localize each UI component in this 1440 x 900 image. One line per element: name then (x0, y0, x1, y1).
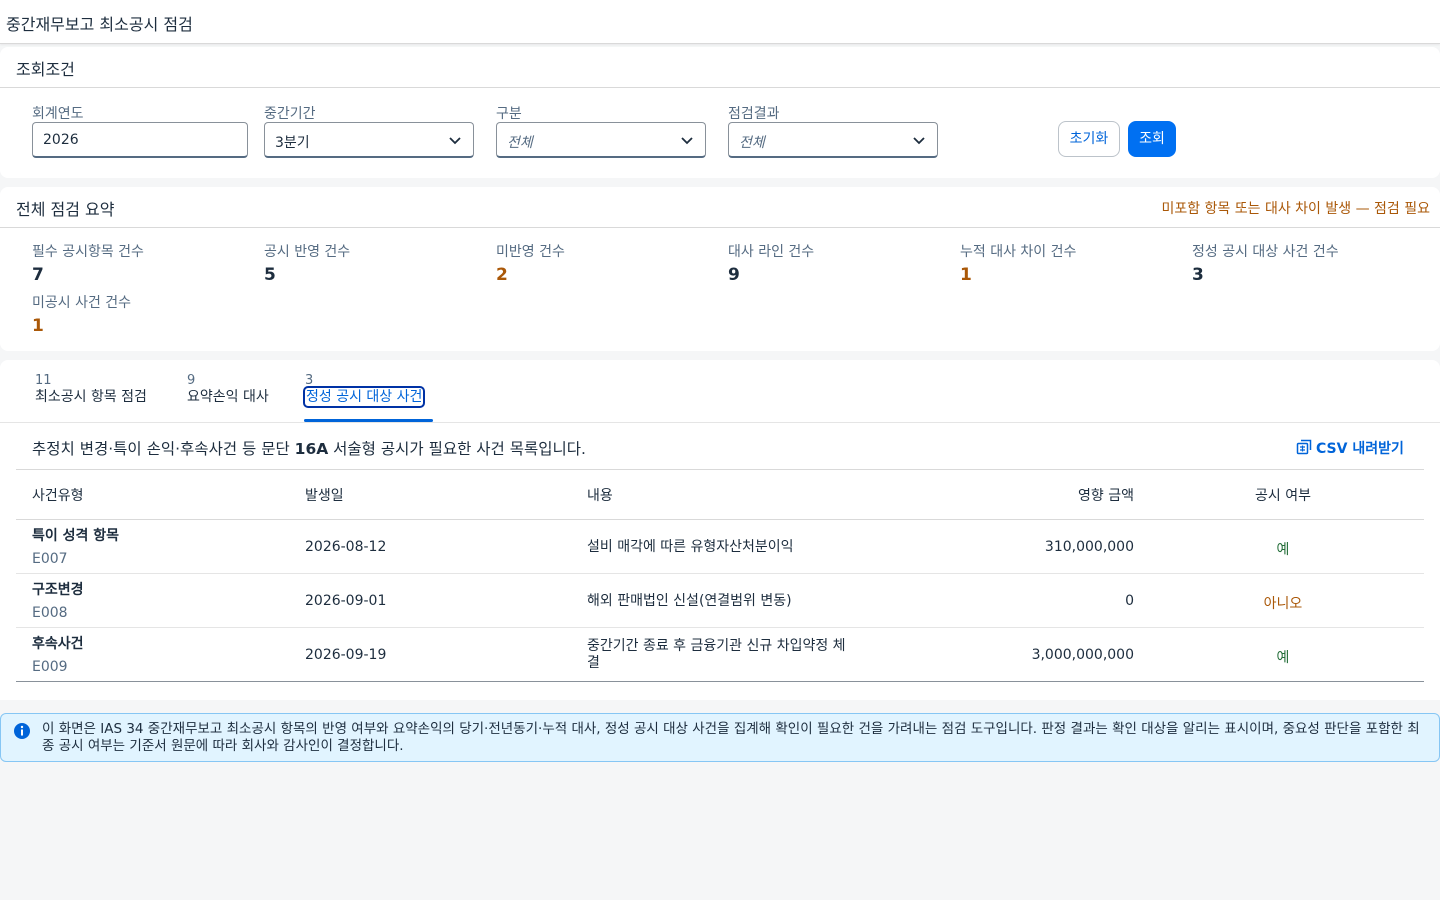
chevron-down-icon (681, 137, 693, 145)
event-id: E007 (32, 551, 68, 567)
stat-label: 미반영 건수 (496, 244, 565, 260)
event-content: 해외 판매법인 신설(연결범위 변동) (587, 593, 792, 609)
check-result-select[interactable]: 전체 (728, 122, 938, 158)
stat-value: 1 (960, 265, 972, 285)
tab-count: 3 (305, 373, 314, 388)
category-value: 전체 (507, 135, 533, 151)
event-id: E009 (32, 659, 68, 675)
fiscal-year-input[interactable]: 2026 (32, 122, 248, 158)
filter-title: 조회조건 (16, 60, 75, 79)
fiscal-year-value: 2026 (43, 132, 79, 148)
event-date: 2026-09-19 (305, 647, 387, 663)
table-row[interactable]: 특이 성격 항목 E007 2026-08-12 설비 매각에 따른 유형자산처… (16, 520, 1424, 574)
tab-count: 9 (187, 373, 196, 388)
table-row[interactable]: 구조변경 E008 2026-09-01 해외 판매법인 신설(연결범위 변동)… (16, 574, 1424, 628)
event-id: E008 (32, 605, 68, 621)
stat-label: 필수 공시항목 건수 (32, 244, 144, 260)
csv-download-label: CSV 내려받기 (1316, 441, 1404, 457)
summary-warning: 미포함 항목 또는 대사 차이 발생 — 점검 필요 (1161, 201, 1430, 217)
csv-export-icon (1296, 439, 1312, 455)
info-icon (14, 723, 30, 739)
stat-value: 1 (32, 316, 44, 336)
stat-undisclosed-events: 미공시 사건 건수 1 (32, 292, 252, 336)
fiscal-year-label: 회계연도 (32, 106, 84, 122)
page-title: 중간재무보고 최소공시 점검 (6, 15, 193, 34)
event-disclosed-status: 아니오 (1263, 596, 1303, 612)
stat-value: 5 (264, 265, 276, 285)
event-content: 중간기간 종료 후 금융기관 신규 차입약정 체결 (587, 638, 846, 671)
stat-qualitative-events: 정성 공시 대상 사건 건수 3 (1192, 241, 1412, 285)
interim-period-select[interactable]: 3분기 (264, 122, 474, 158)
tab-divider (0, 422, 1440, 423)
tab-label: 최소공시 항목 점검 (35, 389, 147, 405)
stat-value: 9 (728, 265, 740, 285)
event-type: 특이 성격 항목 (32, 528, 120, 544)
summary-title: 전체 점검 요약 (16, 200, 115, 219)
stat-value: 3 (1192, 265, 1204, 285)
category-select[interactable]: 전체 (496, 122, 706, 158)
tab-count: 11 (35, 373, 52, 388)
event-amount: 0 (1125, 593, 1134, 609)
events-table: 사건유형 발생일 내용 영향 금액 공시 여부 특이 성격 항목 E007 20… (16, 469, 1424, 682)
table-header: 사건유형 발생일 내용 영향 금액 공시 여부 (16, 470, 1424, 520)
event-amount: 310,000,000 (1044, 539, 1134, 555)
stat-reconciliation-lines: 대사 라인 건수 9 (728, 241, 948, 285)
filter-panel: 조회조건 회계연도 2026 중간기간 3분기 구분 전체 점검결과 전체 초기… (0, 47, 1440, 178)
column-header-disclosed: 공시 여부 (1255, 488, 1311, 504)
stat-value: 7 (32, 265, 44, 285)
stat-label: 누적 대사 차이 건수 (960, 244, 1077, 260)
tab-container: 11 최소공시 항목 점검 9 요약손익 대사 3 정성 공시 대상 사건 추정… (0, 360, 1440, 700)
stat-label: 공시 반영 건수 (264, 244, 351, 260)
stat-cumulative-diff: 누적 대사 차이 건수 1 (960, 241, 1180, 285)
tab-minimum-disclosure[interactable]: 11 최소공시 항목 점검 (35, 374, 147, 406)
event-date: 2026-09-01 (305, 593, 387, 609)
stat-reflected: 공시 반영 건수 5 (264, 241, 484, 285)
tab-label: 정성 공시 대상 사건 (302, 386, 426, 408)
stat-not-reflected: 미반영 건수 2 (496, 241, 716, 285)
column-header-content: 내용 (587, 488, 613, 504)
tab-income-reconciliation[interactable]: 9 요약손익 대사 (187, 374, 269, 406)
stat-label: 대사 라인 건수 (728, 244, 815, 260)
shell-header: 중간재무보고 최소공시 점검 (0, 0, 1440, 44)
csv-download-button[interactable]: CSV 내려받기 (1296, 438, 1404, 458)
reset-button[interactable]: 초기화 (1058, 121, 1120, 157)
stat-required-items: 필수 공시항목 건수 7 (32, 241, 252, 285)
table-row[interactable]: 후속사건 E009 2026-09-19 중간기간 종료 후 금융기관 신규 차… (16, 628, 1424, 682)
event-type: 구조변경 (32, 582, 84, 598)
summary-panel: 전체 점검 요약 미포함 항목 또는 대사 차이 발생 — 점검 필요 필수 공… (0, 187, 1440, 351)
chevron-down-icon (449, 137, 461, 145)
tab-qualitative-events[interactable]: 3 정성 공시 대상 사건 (302, 373, 426, 408)
check-result-label: 점검결과 (728, 106, 780, 122)
column-header-amount: 영향 금액 (1078, 488, 1134, 504)
filter-header: 조회조건 (0, 47, 1440, 88)
stat-label: 정성 공시 대상 사건 건수 (1192, 244, 1339, 260)
info-message-strip: 이 화면은 IAS 34 중간재무보고 최소공시 항목의 반영 여부와 요약손익… (0, 713, 1440, 762)
stat-label: 미공시 사건 건수 (32, 295, 132, 311)
check-result-value: 전체 (739, 135, 765, 151)
chevron-down-icon (913, 137, 925, 145)
event-content: 설비 매각에 따른 유형자산처분이익 (587, 539, 794, 555)
event-type: 후속사건 (32, 636, 84, 652)
interim-period-label: 중간기간 (264, 106, 316, 122)
column-header-date: 발생일 (305, 488, 344, 504)
stat-value: 2 (496, 265, 508, 285)
event-disclosed-status: 예 (1276, 542, 1290, 558)
interim-period-value: 3분기 (275, 135, 310, 151)
event-amount: 3,000,000,000 (1031, 647, 1134, 663)
search-button[interactable]: 조회 (1128, 121, 1176, 157)
event-date: 2026-08-12 (305, 539, 387, 555)
category-label: 구분 (496, 106, 522, 122)
summary-header: 전체 점검 요약 미포함 항목 또는 대사 차이 발생 — 점검 필요 (0, 187, 1440, 228)
events-description: 추정치 변경·특이 손익·후속사건 등 문단 16A 서술형 공시가 필요한 사… (32, 440, 586, 458)
info-message-text: 이 화면은 IAS 34 중간재무보고 최소공시 항목의 반영 여부와 요약손익… (42, 721, 1420, 754)
tab-label: 요약손익 대사 (187, 389, 269, 405)
column-header-type: 사건유형 (32, 488, 84, 504)
event-disclosed-status: 예 (1276, 650, 1290, 666)
